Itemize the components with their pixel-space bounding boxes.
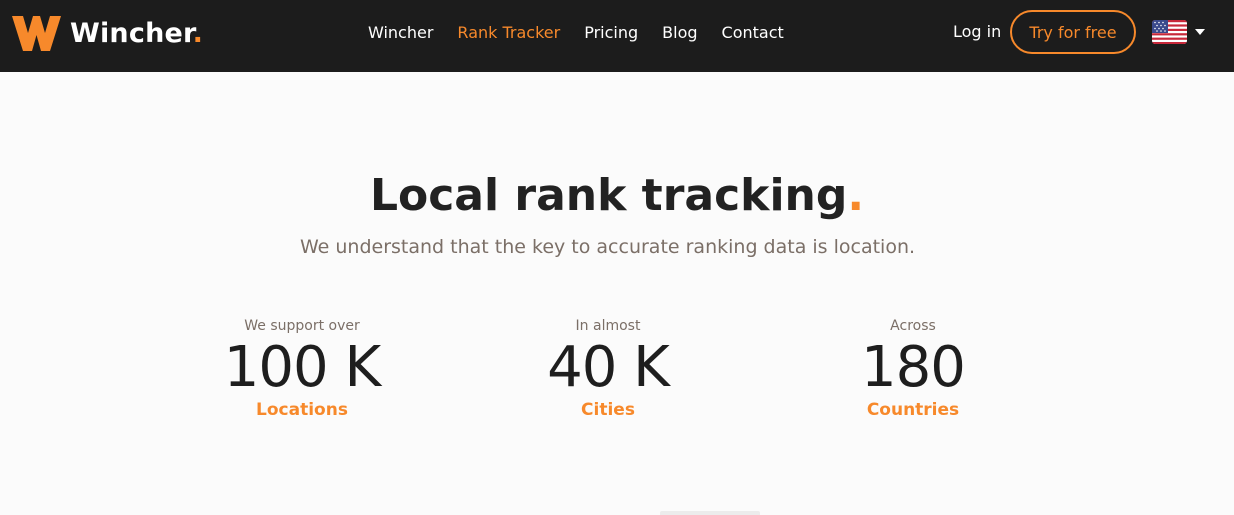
nav-link-rank-tracker[interactable]: Rank Tracker	[457, 23, 560, 42]
brand-name: Wincher.	[70, 17, 204, 49]
stat-locations: We support over 100 K Locations	[152, 318, 452, 420]
nav-link-pricing[interactable]: Pricing	[584, 23, 638, 42]
stat-label: In almost	[575, 318, 641, 334]
stat-unit: Countries	[866, 400, 960, 420]
stat-unit: Locations	[256, 400, 348, 420]
nav-link-wincher[interactable]: Wincher	[368, 23, 433, 42]
stat-label: Across	[890, 318, 936, 334]
try-for-free-button[interactable]: Try for free	[1010, 10, 1136, 54]
us-flag-icon	[1152, 20, 1187, 44]
page-subtitle: We understand that the key to accurate r…	[299, 236, 916, 258]
main-nav: Wincher Rank Tracker Pricing Blog Contac…	[356, 0, 796, 64]
stat-label: We support over	[244, 318, 360, 334]
nav-link-contact[interactable]: Contact	[722, 23, 784, 42]
top-navbar: Wincher. Wincher Rank Tracker Pricing Bl…	[0, 0, 1234, 72]
stat-countries: Across 180 Countries	[763, 318, 1063, 420]
wincher-w-logo-icon	[12, 16, 61, 51]
wincher-logo[interactable]: Wincher.	[10, 12, 203, 54]
stat-value: 40 K	[547, 335, 670, 400]
stat-unit: Cities	[581, 400, 635, 420]
language-selector[interactable]	[1152, 20, 1205, 44]
stat-value: 100 K	[223, 335, 381, 400]
page-title: Local rank tracking.	[369, 170, 865, 221]
login-link[interactable]: Log in	[953, 22, 1001, 41]
stat-cities: In almost 40 K Cities	[458, 318, 758, 420]
stat-value: 180	[861, 335, 966, 400]
next-section-edge	[660, 511, 760, 515]
nav-link-blog[interactable]: Blog	[662, 23, 697, 42]
chevron-down-icon	[1195, 29, 1205, 35]
